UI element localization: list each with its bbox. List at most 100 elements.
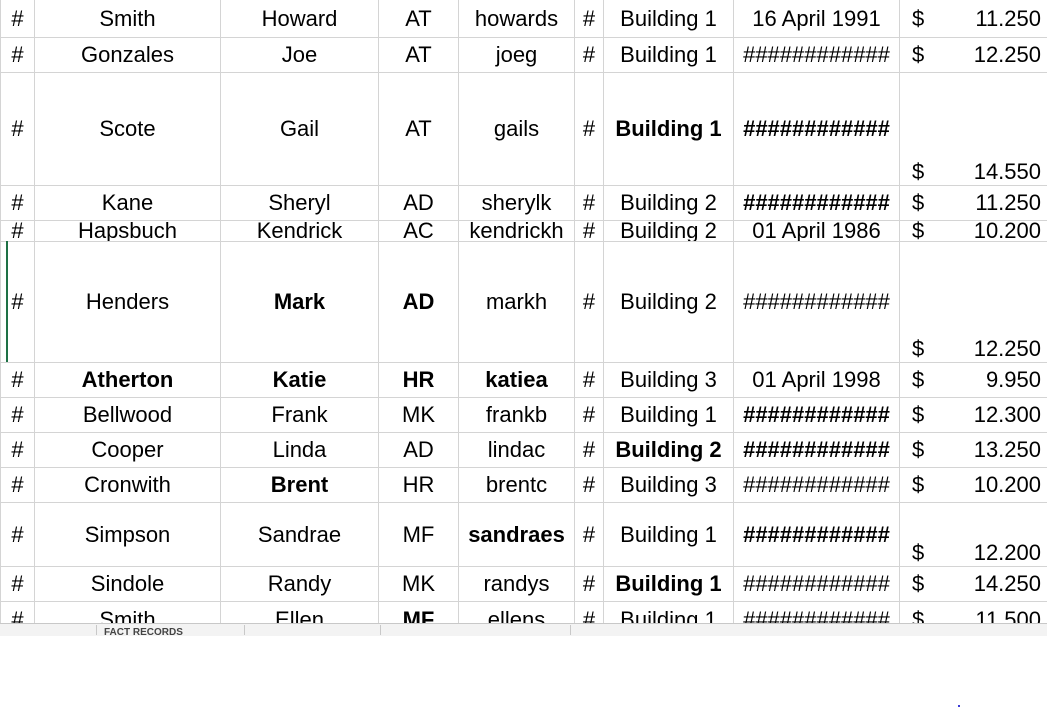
first-name-cell[interactable]: Mark (221, 242, 379, 362)
last-name-cell[interactable]: Henders (35, 242, 221, 362)
date-cell[interactable]: ############ (734, 73, 900, 185)
date-cell[interactable]: ############ (734, 602, 900, 623)
username-cell[interactable]: joeg (459, 38, 575, 72)
number-cell[interactable]: # (575, 186, 604, 220)
building-cell[interactable]: Building 1 (604, 602, 734, 623)
date-cell[interactable]: 01 April 1986 (734, 221, 900, 241)
first-name-cell[interactable]: Brent (221, 468, 379, 502)
first-name-cell[interactable]: Gail (221, 73, 379, 185)
building-cell[interactable]: Building 2 (604, 221, 734, 241)
salary-cell[interactable]: $12.300 (900, 398, 1047, 432)
last-name-cell[interactable]: Cronwith (35, 468, 221, 502)
department-cell[interactable]: AT (379, 0, 459, 37)
salary-cell[interactable]: $14.250 (900, 567, 1047, 601)
table-row[interactable]: # Sindole Randy MK randys # Building 1 #… (0, 567, 1047, 602)
last-name-cell[interactable]: Simpson (35, 503, 221, 566)
department-cell[interactable]: MF (379, 503, 459, 566)
salary-cell[interactable]: $10.200 (900, 468, 1047, 502)
department-cell[interactable]: HR (379, 468, 459, 502)
last-name-cell[interactable]: Smith (35, 602, 221, 623)
department-cell[interactable]: AD (379, 433, 459, 467)
first-name-cell[interactable]: Frank (221, 398, 379, 432)
last-name-cell[interactable]: Smith (35, 0, 221, 37)
number-cell[interactable]: # (575, 221, 604, 241)
department-cell[interactable]: AT (379, 38, 459, 72)
department-cell[interactable]: AD (379, 242, 459, 362)
table-row[interactable]: # Kane Sheryl AD sherylk # Building 2 ##… (0, 186, 1047, 221)
username-cell[interactable]: sandraes (459, 503, 575, 566)
username-cell[interactable]: kendrickh (459, 221, 575, 241)
building-cell[interactable]: Building 1 (604, 38, 734, 72)
salary-cell[interactable]: $11.250 (900, 0, 1047, 37)
number-cell[interactable]: # (575, 398, 604, 432)
department-cell[interactable]: AT (379, 73, 459, 185)
last-name-cell[interactable]: Hapsbuch (35, 221, 221, 241)
first-name-cell[interactable]: Linda (221, 433, 379, 467)
row-number-cell[interactable]: # (0, 503, 35, 566)
username-cell[interactable]: katiea (459, 363, 575, 397)
salary-cell[interactable]: $12.250 (900, 38, 1047, 72)
date-cell[interactable]: ############ (734, 398, 900, 432)
username-cell[interactable]: lindac (459, 433, 575, 467)
first-name-cell[interactable]: Randy (221, 567, 379, 601)
username-cell[interactable]: gails (459, 73, 575, 185)
username-cell[interactable]: markh (459, 242, 575, 362)
username-cell[interactable]: brentc (459, 468, 575, 502)
row-number-cell[interactable]: # (0, 186, 35, 220)
number-cell[interactable]: # (575, 468, 604, 502)
last-name-cell[interactable]: Gonzales (35, 38, 221, 72)
department-cell[interactable]: MK (379, 567, 459, 601)
salary-cell[interactable]: $14.550 (900, 73, 1047, 185)
building-cell[interactable]: Building 1 (604, 503, 734, 566)
number-cell[interactable]: # (575, 0, 604, 37)
first-name-cell[interactable]: Kendrick (221, 221, 379, 241)
date-cell[interactable]: ############ (734, 433, 900, 467)
first-name-cell[interactable]: Joe (221, 38, 379, 72)
first-name-cell[interactable]: Sandrae (221, 503, 379, 566)
last-name-cell[interactable]: Cooper (35, 433, 221, 467)
username-cell[interactable]: frankb (459, 398, 575, 432)
table-row[interactable]: # Smith Howard AT howards # Building 1 1… (0, 0, 1047, 38)
row-number-cell[interactable]: # (0, 468, 35, 502)
building-cell[interactable]: Building 1 (604, 398, 734, 432)
table-row[interactable]: # Cronwith Brent HR brentc # Building 3 … (0, 468, 1047, 503)
row-number-cell[interactable]: # (0, 433, 35, 467)
row-number-cell[interactable]: # (0, 221, 35, 241)
table-row[interactable]: # Gonzales Joe AT joeg # Building 1 ####… (0, 38, 1047, 73)
username-cell[interactable]: sherylk (459, 186, 575, 220)
number-cell[interactable]: # (575, 73, 604, 185)
number-cell[interactable]: # (575, 38, 604, 72)
table-row[interactable]: # Henders Mark AD markh # Building 2 ###… (0, 242, 1047, 363)
salary-cell[interactable]: $11.500 (900, 602, 1047, 624)
salary-cell[interactable]: $12.200 (900, 503, 1047, 566)
building-cell[interactable]: Building 2 (604, 186, 734, 220)
number-cell[interactable]: # (575, 567, 604, 601)
department-cell[interactable]: AC (379, 221, 459, 241)
row-number-cell[interactable]: # (0, 363, 35, 397)
number-cell[interactable]: # (575, 503, 604, 566)
number-cell[interactable]: # (575, 602, 604, 623)
username-cell[interactable]: randys (459, 567, 575, 601)
date-cell[interactable]: ############ (734, 503, 900, 566)
table-row[interactable]: # Hapsbuch Kendrick AC kendrickh # Build… (0, 221, 1047, 242)
salary-cell[interactable]: $12.250 (900, 242, 1047, 362)
department-cell[interactable]: MK (379, 398, 459, 432)
row-number-cell[interactable]: # (0, 602, 35, 623)
building-cell[interactable]: Building 2 (604, 433, 734, 467)
date-cell[interactable]: ############ (734, 242, 900, 362)
first-name-cell[interactable]: Howard (221, 0, 379, 37)
last-name-cell[interactable]: Kane (35, 186, 221, 220)
first-name-cell[interactable]: Katie (221, 363, 379, 397)
date-cell[interactable]: ############ (734, 38, 900, 72)
date-cell[interactable]: 16 April 1991 (734, 0, 900, 37)
number-cell[interactable]: # (575, 242, 604, 362)
first-name-cell[interactable]: Ellen (221, 602, 379, 623)
department-cell[interactable]: HR (379, 363, 459, 397)
row-number-cell[interactable]: # (0, 38, 35, 72)
salary-cell[interactable]: $9.950 (900, 363, 1047, 397)
date-cell[interactable]: 01 April 1998 (734, 363, 900, 397)
date-cell[interactable]: ############ (734, 567, 900, 601)
date-cell[interactable]: ############ (734, 468, 900, 502)
table-row[interactable]: # Cooper Linda AD lindac # Building 2 ##… (0, 433, 1047, 468)
sheet-tab-fact-records[interactable]: FACT RECORDS (104, 624, 244, 636)
